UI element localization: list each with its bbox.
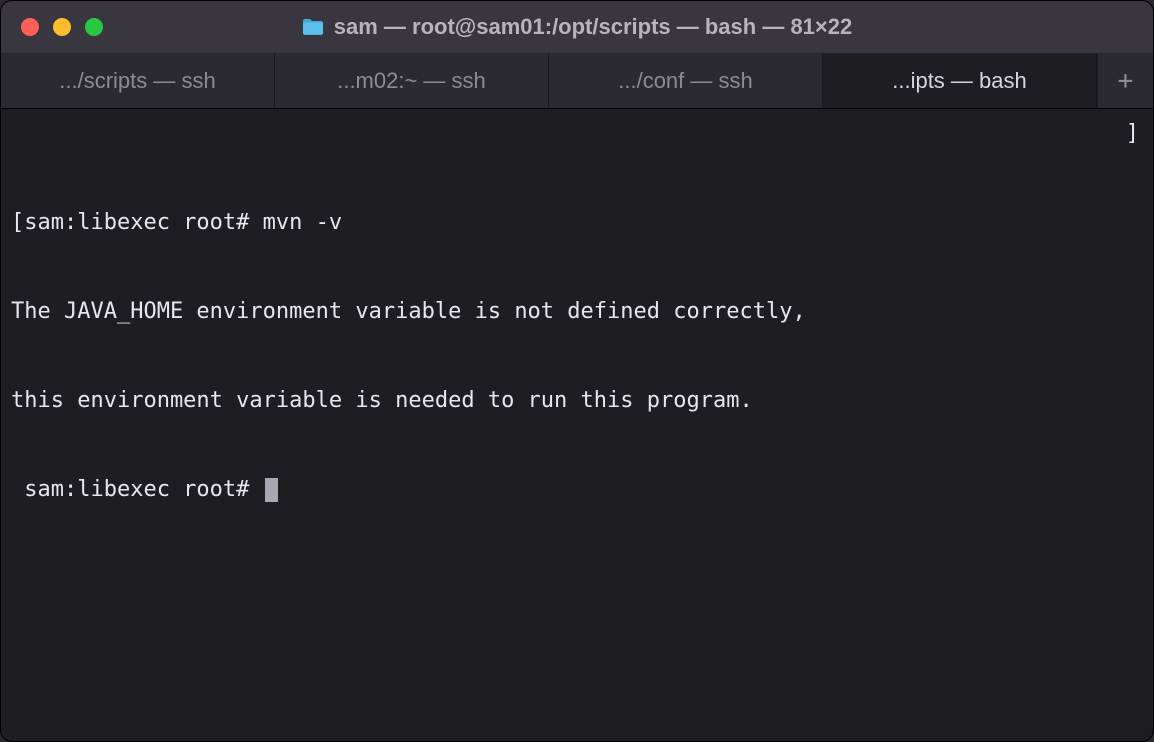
tab-label: .../conf — ssh (618, 68, 753, 94)
terminal-prompt-text: sam:libexec root# (11, 477, 263, 502)
tab-label: ...ipts — bash (892, 68, 1027, 94)
tab-scripts-ssh[interactable]: .../scripts — ssh (1, 53, 275, 108)
terminal-window: sam — root@sam01:/opt/scripts — bash — 8… (0, 0, 1154, 742)
tab-label: ...m02:~ — ssh (337, 68, 486, 94)
tab-m02-ssh[interactable]: ...m02:~ — ssh (275, 53, 549, 108)
terminal-content[interactable]: ] [sam:libexec root# mvn -v The JAVA_HOM… (1, 109, 1153, 741)
window-title: sam — root@sam01:/opt/scripts — bash — 8… (334, 14, 852, 40)
title-wrap: sam — root@sam01:/opt/scripts — bash — 8… (1, 14, 1153, 40)
fullscreen-button[interactable] (85, 18, 103, 36)
terminal-line: The JAVA_HOME environment variable is no… (11, 297, 1143, 327)
cursor (265, 478, 278, 502)
tab-conf-ssh[interactable]: .../conf — ssh (549, 53, 823, 108)
close-button[interactable] (21, 18, 39, 36)
terminal-prompt-line: sam:libexec root# (11, 475, 1143, 505)
right-bracket: ] (1126, 119, 1139, 149)
titlebar[interactable]: sam — root@sam01:/opt/scripts — bash — 8… (1, 1, 1153, 53)
minimize-button[interactable] (53, 18, 71, 36)
folder-icon (302, 18, 324, 36)
tab-ipts-bash[interactable]: ...ipts — bash (823, 53, 1097, 108)
tabbar: .../scripts — ssh ...m02:~ — ssh .../con… (1, 53, 1153, 109)
tab-label: .../scripts — ssh (59, 68, 215, 94)
terminal-line: [sam:libexec root# mvn -v (11, 208, 1143, 238)
terminal-line: this environment variable is needed to r… (11, 386, 1143, 416)
traffic-lights (21, 18, 103, 36)
new-tab-button[interactable]: + (1097, 53, 1153, 108)
plus-icon: + (1118, 66, 1134, 96)
